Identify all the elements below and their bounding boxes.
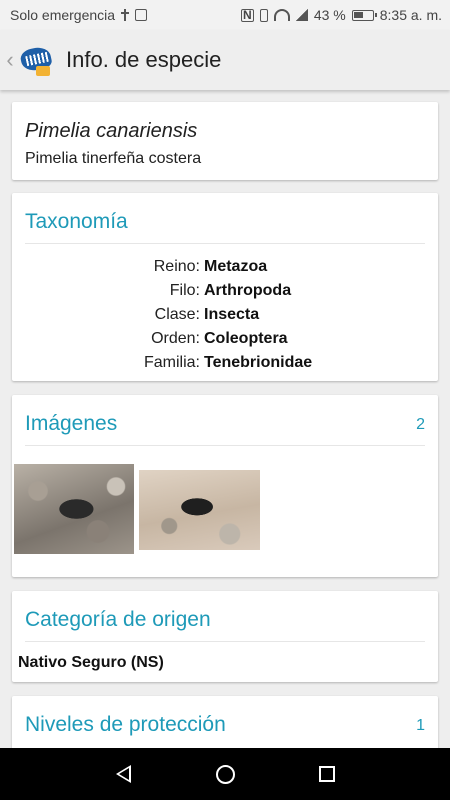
taxonomy-key: Familia:: [143, 354, 200, 371]
taxonomy-key: Clase:: [154, 306, 200, 323]
images-card: Imágenes 2: [12, 395, 438, 577]
origin-header: Categoría de origen: [25, 608, 425, 642]
common-name: Pimelia tinerfeña costera: [25, 150, 202, 167]
triangle-back-icon: [115, 765, 131, 783]
taxonomy-value: Insecta: [204, 306, 260, 323]
signal-icon: [295, 9, 308, 21]
taxonomy-key: Reino:: [153, 258, 200, 275]
scientific-name: Pimelia canariensis: [25, 120, 198, 142]
images-count: 2: [416, 416, 425, 433]
page-title: Info. de especie: [66, 47, 222, 72]
nav-recent-button[interactable]: [315, 762, 339, 786]
species-image-thumbnail[interactable]: [14, 464, 134, 554]
app-logo-icon[interactable]: [18, 42, 54, 78]
battery-percent: 43 %: [313, 7, 346, 23]
images-header: Imágenes 2: [25, 412, 425, 446]
app-bar: ‹ Info. de especie: [0, 30, 450, 90]
image-gallery: [12, 446, 438, 566]
taxonomy-row-reino: Reino: Metazoa: [12, 255, 438, 279]
nav-home-button[interactable]: [213, 762, 237, 786]
protection-card[interactable]: Niveles de protección 1: [12, 696, 438, 748]
taxonomy-row-filo: Filo: Arthropoda: [12, 279, 438, 303]
chevron-left-icon[interactable]: ‹: [2, 49, 18, 71]
taxonomy-value: Arthropoda: [204, 282, 292, 299]
battery-icon: [351, 9, 377, 21]
status-left: Solo emergencia: [10, 7, 148, 23]
taxonomy-value: Tenebrionidae: [204, 354, 313, 371]
species-card: Pimelia canariensis Pimelia tinerfeña co…: [12, 102, 438, 180]
clock: 8:35 a. m.: [379, 7, 442, 23]
taxonomy-row-orden: Orden: Coleoptera: [12, 327, 438, 351]
content-scroll[interactable]: Pimelia canariensis Pimelia tinerfeña co…: [0, 90, 450, 748]
origin-title: Categoría de origen: [25, 608, 211, 631]
images-title: Imágenes: [25, 412, 118, 435]
taxonomy-key: Orden:: [151, 330, 200, 347]
origin-card: Categoría de origen Nativo Seguro (NS): [12, 591, 438, 682]
circle-home-icon: [215, 764, 235, 784]
navigation-bar: [0, 748, 450, 800]
protection-header: Niveles de protección 1: [25, 713, 425, 746]
taxonomy-value: Metazoa: [204, 258, 268, 275]
status-right: N 43 % 8:35 a. m.: [240, 7, 442, 23]
taxonomy-list: Reino: Metazoa Filo: Arthropoda Clase: I…: [12, 255, 438, 375]
origin-value: Nativo Seguro (NS): [18, 654, 164, 671]
taxonomy-value: Coleoptera: [204, 330, 288, 347]
taxonomy-title: Taxonomía: [25, 210, 128, 233]
protection-count: 1: [416, 717, 425, 734]
taxonomy-header: Taxonomía: [25, 210, 425, 244]
species-image-thumbnail[interactable]: [139, 470, 260, 550]
taxonomy-key: Filo:: [169, 282, 200, 299]
wifi-icon: [273, 9, 290, 21]
taxonomy-card: Taxonomía Reino: Metazoa Filo: Arthropod…: [12, 193, 438, 381]
taxonomy-row-familia: Familia: Tenebrionidae: [12, 351, 438, 375]
status-bar: Solo emergencia N 43 % 8:35 a. m.: [0, 0, 450, 30]
carrier-text: Solo emergencia: [10, 7, 116, 23]
nfc-icon: N: [240, 8, 254, 22]
usb-icon: [121, 9, 130, 21]
square-recent-icon: [319, 766, 335, 782]
nav-back-button[interactable]: [111, 762, 135, 786]
protection-title: Niveles de protección: [25, 713, 226, 736]
image-notification-icon: [135, 9, 148, 21]
vibrate-icon: [259, 8, 268, 22]
taxonomy-row-clase: Clase: Insecta: [12, 303, 438, 327]
